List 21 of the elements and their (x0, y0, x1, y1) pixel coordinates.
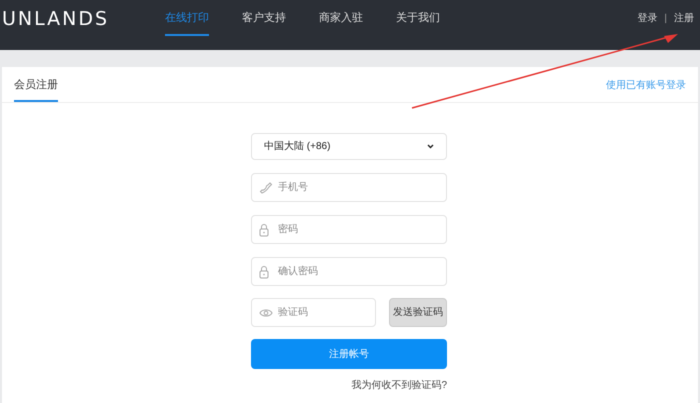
tab[interactable]: 会员注册 (14, 76, 58, 102)
register-link[interactable]: 注册 (674, 11, 694, 26)
separator: | (664, 12, 667, 26)
help-link[interactable]: 我为何收不到验证码? (351, 378, 447, 393)
login-link[interactable]: 登录 (637, 11, 658, 26)
nav-link[interactable]: 关于我们 (396, 10, 440, 36)
input-field[interactable]: 密码 (251, 215, 447, 244)
send-code-button[interactable]: 发送验证码 (389, 298, 447, 327)
input-field[interactable]: 验证码 (251, 298, 376, 327)
input-field[interactable]: 手机号 (251, 173, 447, 202)
region-select[interactable]: 中国大陆 (+86) (251, 133, 447, 160)
logo[interactable]: UNLANDS (0, 0, 165, 34)
nav-link[interactable]: 在线打印 (165, 10, 209, 36)
lock-icon (259, 264, 269, 278)
input-field[interactable]: 确认密码 (251, 257, 447, 286)
nav-link[interactable]: 商家入驻 (319, 10, 363, 36)
nav-link[interactable]: 客户支持 (242, 10, 286, 36)
eye-icon (259, 308, 273, 318)
phone-icon (259, 180, 273, 194)
lock-icon (259, 222, 269, 236)
chevron-down-icon (427, 144, 434, 149)
